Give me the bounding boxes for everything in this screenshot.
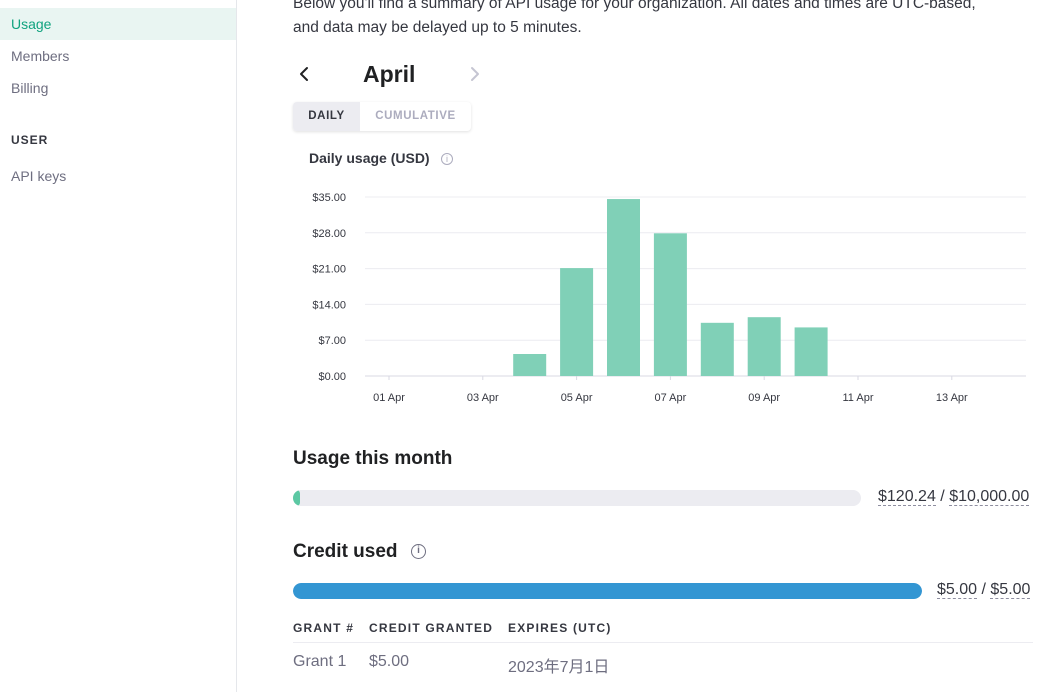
x-tick-label: 05 Apr [561,392,593,404]
chart-title: Daily usage (USD) [309,150,430,166]
intro-text: Below you'll find a summary of API usage… [293,0,1053,40]
y-tick-label: $35.00 [312,192,346,204]
credit-separator: / [981,581,986,598]
credit-total-value[interactable]: $5.00 [990,581,1031,599]
bar-06-apr [607,199,640,376]
month-title: April [363,61,416,87]
sidebar-item-billing[interactable]: Billing [0,72,236,104]
credit-progress-bar [293,583,922,599]
toggle-cumulative[interactable]: CUMULATIVE [360,102,471,131]
grants-header-expires: EXPIRES (UTC) [508,621,612,635]
x-tick-label: 07 Apr [654,392,686,404]
grants-header-grant: GRANT # [293,621,355,635]
x-tick-label: 11 Apr [843,392,874,404]
usage-progress-bar [293,490,861,506]
usage-limit-value[interactable]: $10,000.00 [949,488,1030,506]
usage-progress-fill [293,490,300,506]
y-tick-label: $14.00 [312,299,346,311]
grant-row-amount: $5.00 [369,653,410,670]
sidebar-item-members[interactable]: Members [0,40,236,72]
intro-line-2: and data may be delayed up to 5 minutes. [293,19,582,36]
info-icon[interactable]: i [411,544,426,559]
sidebar-item-usage[interactable]: Usage [0,8,236,40]
usage-amount: $120.24 / $10,000.00 [878,488,1030,506]
info-icon[interactable]: i [441,153,453,165]
bar-08-apr [700,322,734,376]
sidebar-heading-user: USER [11,133,49,147]
y-tick-label: $28.00 [312,228,346,240]
toggle-daily[interactable]: DAILY [293,102,360,131]
bar-10-apr [794,327,828,376]
intro-line-1: Below you'll find a summary of API usage… [293,0,976,12]
x-tick-label: 09 Apr [748,392,780,404]
grant-row-name: Grant 1 [293,653,347,670]
view-toggle: DAILY CUMULATIVE [293,102,471,131]
bar-05-apr [560,268,594,376]
credit-used-value[interactable]: $5.00 [937,581,978,599]
daily-usage-chart: $0.00 $7.00 $14.00 $21.00 $28.00 $35.00 01 Apr… [312,192,1026,404]
credit-used-title: Credit used [293,541,398,562]
y-tick-label: $21.00 [312,264,346,276]
bar-04-apr [513,354,547,376]
credit-amount: $5.00 / $5.00 [937,581,1031,599]
sidebar: Usage Members Billing USER API keys [0,0,237,692]
bar-07-apr [653,233,687,376]
grants-header-credit-granted: CREDIT GRANTED [369,621,494,635]
x-tick-label: 13 Apr [936,392,968,404]
x-tick-label: 01 Apr [373,392,405,404]
chevron-left-icon[interactable] [293,58,315,90]
usage-month-title: Usage this month [293,448,453,469]
y-tick-label: $7.00 [318,335,346,347]
x-tick-label: 03 Apr [467,392,499,404]
bar-09-apr [747,317,781,376]
usage-used-value[interactable]: $120.24 [878,488,936,506]
grants-divider [293,642,1033,643]
sidebar-item-api-keys[interactable]: API keys [0,160,236,192]
grant-row-expires: 2023年7月1日 [508,659,610,676]
chevron-right-icon[interactable] [464,58,486,90]
y-tick-label: $0.00 [318,371,346,383]
usage-separator: / [940,488,945,505]
credit-progress-fill [293,583,922,599]
